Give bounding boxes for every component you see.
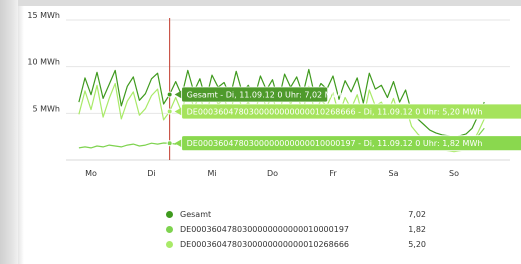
cursor-group bbox=[166, 18, 173, 160]
legend-row-197[interactable]: DE0003604780300000000000010000197 1,82 bbox=[166, 222, 426, 236]
legend-dot-icon bbox=[166, 225, 173, 233]
x-tick-label: Di bbox=[147, 169, 155, 178]
legend-row-gesamt[interactable]: Gesamt 7,02 bbox=[166, 207, 426, 221]
legend-value: 7,02 bbox=[408, 209, 426, 219]
tooltip-0: Gesamt - Di, 11.09.12 0 Uhr: 7,02 MWh bbox=[174, 86, 345, 103]
legend-row-666[interactable]: DE0003604780300000000000010268666 5,20 bbox=[166, 237, 426, 251]
tooltip-text: Gesamt - Di, 11.09.12 0 Uhr: 7,02 MWh bbox=[187, 90, 345, 99]
legend-dot-icon bbox=[166, 240, 173, 248]
x-tick-label: Mi bbox=[207, 169, 216, 178]
tooltip-1: DE0003604780300000000000010268666 - Di, … bbox=[174, 103, 521, 120]
y-tick-label: 15 MWh bbox=[27, 11, 60, 20]
x-tick-label: So bbox=[449, 169, 459, 178]
y-tick-label: 5 MWh bbox=[32, 104, 60, 113]
tooltip-pointer bbox=[174, 107, 182, 116]
tooltip-text: DE0003604780300000000000010000197 - Di, … bbox=[187, 139, 483, 148]
legend-label: Gesamt bbox=[180, 209, 212, 219]
x-tick-label: Fr bbox=[329, 169, 337, 178]
tooltip-pointer bbox=[174, 139, 182, 148]
x-tick-label: Sa bbox=[389, 169, 399, 178]
energy-chart[interactable]: 5 MWh 10 MWh 15 MWh Gesamt - Di, 11.09.12 … bbox=[0, 0, 521, 200]
y-tick-label: 10 MWh bbox=[27, 58, 60, 67]
tooltips: Gesamt - Di, 11.09.12 0 Uhr: 7,02 MWh DE0… bbox=[174, 86, 521, 152]
y-axis: 5 MWh 10 MWh 15 MWh bbox=[27, 11, 60, 113]
legend-dot-icon bbox=[166, 210, 173, 218]
legend-value: 5,20 bbox=[408, 239, 426, 249]
x-tick-label: Mo bbox=[85, 169, 97, 178]
x-tick-label: Do bbox=[267, 169, 278, 178]
cursor-marker bbox=[166, 108, 173, 115]
cursor-marker bbox=[166, 140, 173, 147]
x-axis: Mo Di Mi Do Fr Sa So bbox=[85, 169, 459, 178]
tooltip-text: DE0003604780300000000000010268666 - Di, … bbox=[187, 107, 483, 116]
cursor-marker bbox=[166, 91, 173, 98]
legend-value: 1,82 bbox=[408, 224, 426, 234]
legend-label: DE0003604780300000000000010268666 bbox=[180, 239, 349, 249]
legend-label: DE0003604780300000000000010000197 bbox=[180, 224, 349, 234]
tooltip-2: DE0003604780300000000000010000197 - Di, … bbox=[174, 135, 521, 152]
